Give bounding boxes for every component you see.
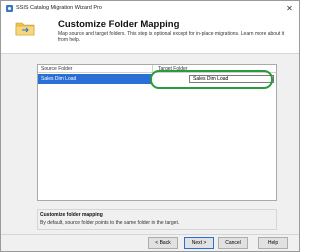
help-title: Customize folder mapping	[40, 212, 103, 218]
help-text: By default, source folder points to the …	[40, 220, 180, 226]
back-button[interactable]: < Back	[148, 237, 178, 249]
cancel-button[interactable]: Cancel	[218, 237, 248, 249]
window-title: SSIS Catalog Migration Wizard Pro	[16, 5, 102, 11]
folder-mapping-icon	[15, 22, 35, 36]
wizard-header: Customize Folder Mapping Map source and …	[1, 16, 299, 54]
page-description: Map source and target folders. This step…	[58, 31, 285, 43]
help-panel: Customize folder mapping By default, sou…	[37, 209, 277, 230]
page-title: Customize Folder Mapping	[58, 19, 180, 30]
annotation-highlight	[150, 70, 273, 89]
wizard-window: SSIS Catalog Migration Wizard Pro ✕ Cust…	[0, 0, 300, 252]
app-icon	[6, 5, 13, 12]
title-bar[interactable]: SSIS Catalog Migration Wizard Pro ✕	[1, 1, 299, 16]
footer-divider	[1, 234, 299, 235]
source-folder-cell[interactable]: Sales Dim Load	[38, 74, 152, 84]
column-header-source[interactable]: Source Folder	[41, 66, 72, 72]
close-button[interactable]: ✕	[284, 3, 295, 14]
help-button[interactable]: Help	[258, 237, 288, 249]
next-button[interactable]: Next >	[184, 237, 214, 249]
